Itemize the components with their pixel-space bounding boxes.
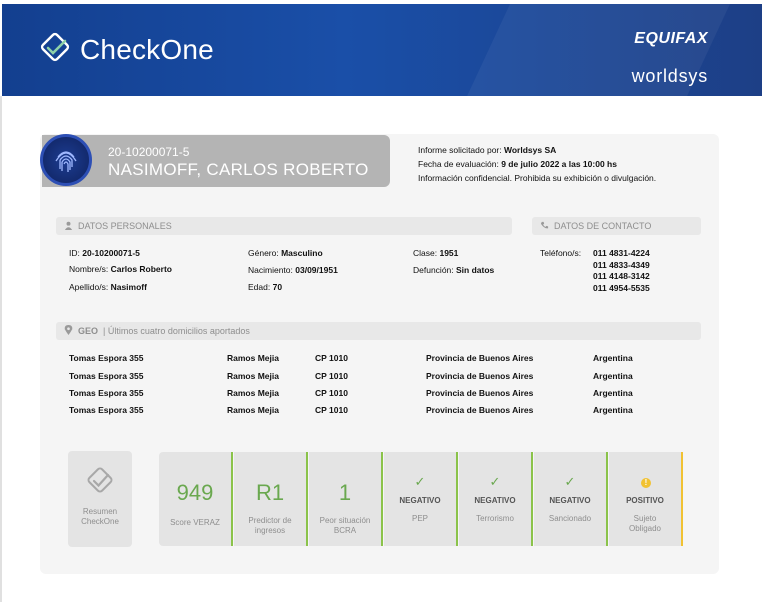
checkmark-icon: ✓ bbox=[414, 474, 426, 489]
field-edad: Edad: 70 bbox=[248, 282, 283, 292]
person-cuit: 20-10200071-5 bbox=[108, 145, 190, 159]
address-province: Provincia de Buenos Aires bbox=[426, 405, 534, 415]
field-nacimiento: Nacimiento: 03/09/1951 bbox=[248, 265, 338, 275]
pep-status: NEGATIVO bbox=[399, 496, 441, 505]
sujeto-obligado-label: Sujeto Obligado bbox=[628, 514, 662, 533]
field-id: ID: 20-10200071-5 bbox=[69, 248, 140, 258]
address-cp: CP 1010 bbox=[315, 405, 348, 415]
bcra-tile: 1 Peor situación BCRA bbox=[309, 452, 383, 546]
bcra-label: Peor situación BCRA bbox=[319, 516, 371, 535]
address-city: Ramos Mejia bbox=[227, 371, 279, 381]
predictor-ingresos-tile: R1 Predictor de ingresos bbox=[234, 452, 308, 546]
score-veraz-label: Score VERAZ bbox=[170, 518, 220, 527]
sujeto-obligado-tile: ! POSITIVO Sujeto Obligado bbox=[609, 452, 683, 546]
equifax-brand: EQUIFAX bbox=[634, 30, 708, 47]
phones-label: Teléfono/s: bbox=[540, 248, 582, 258]
address-street: Tomas Espora 355 bbox=[69, 388, 144, 398]
terrorismo-tile: ✓ NEGATIVO Terrorismo bbox=[459, 452, 533, 546]
predictor-ingresos-label: Predictor de ingresos bbox=[248, 516, 292, 535]
address-country: Argentina bbox=[593, 388, 633, 398]
sancionado-status: NEGATIVO bbox=[549, 496, 591, 505]
user-icon bbox=[64, 221, 73, 232]
terrorismo-status: NEGATIVO bbox=[474, 496, 516, 505]
address-province: Provincia de Buenos Aires bbox=[426, 353, 534, 363]
sancionado-label: Sancionado bbox=[548, 514, 592, 523]
address-province: Provincia de Buenos Aires bbox=[426, 371, 534, 381]
address-city: Ramos Mejia bbox=[227, 405, 279, 415]
address-country: Argentina bbox=[593, 353, 633, 363]
confidential-note: Información confidencial. Prohibida su e… bbox=[418, 173, 657, 183]
field-genero: Género: Masculino bbox=[248, 248, 323, 258]
header-banner: CheckOne EQUIFAX worldsys bbox=[2, 4, 762, 96]
fingerprint-icon bbox=[40, 134, 92, 186]
field-nombres: Nombre/s: Carlos Roberto bbox=[69, 264, 172, 274]
address-province: Provincia de Buenos Aires bbox=[426, 388, 534, 398]
field-apellidos: Apellido/s: Nasimoff bbox=[69, 282, 147, 292]
checkone-logo: CheckOne bbox=[38, 30, 214, 69]
checkone-logo-icon bbox=[83, 463, 117, 502]
address-cp: CP 1010 bbox=[315, 353, 348, 363]
pep-label: PEP bbox=[411, 514, 428, 523]
report-requested-by: Informe solicitado por: Worldsys SA bbox=[418, 145, 556, 155]
person-full-name: NASIMOFF, CARLOS ROBERTO bbox=[108, 160, 369, 179]
pep-tile: ✓ NEGATIVO PEP bbox=[384, 452, 458, 546]
checkone-logo-icon bbox=[38, 30, 72, 69]
sujeto-obligado-status: POSITIVO bbox=[626, 496, 664, 505]
terrorismo-label: Terrorismo bbox=[476, 514, 514, 523]
field-defuncion: Defunción: Sin datos bbox=[413, 265, 495, 275]
address-street: Tomas Espora 355 bbox=[69, 353, 144, 363]
bcra-value: 1 bbox=[338, 480, 352, 505]
geo-header: GEO | Últimos cuatro domicilios aportado… bbox=[56, 322, 701, 340]
sancionado-tile: ✓ NEGATIVO Sancionado bbox=[534, 452, 608, 546]
eval-date-label: Fecha de evaluación: bbox=[418, 159, 499, 169]
app-title: CheckOne bbox=[80, 33, 214, 65]
address-country: Argentina bbox=[593, 405, 633, 415]
checkmark-icon: ✓ bbox=[564, 474, 576, 489]
geo-section-title: GEO bbox=[78, 326, 99, 336]
address-city: Ramos Mejia bbox=[227, 353, 279, 363]
phone-number: 011 4833-4349 bbox=[593, 260, 650, 270]
address-cp: CP 1010 bbox=[315, 371, 348, 381]
warning-icon: ! bbox=[641, 478, 651, 488]
report-eval-date: Fecha de evaluación: 9 de julio 2022 a l… bbox=[418, 159, 617, 169]
address-country: Argentina bbox=[593, 371, 633, 381]
address-city: Ramos Mejia bbox=[227, 388, 279, 398]
checkmark-icon: ✓ bbox=[489, 474, 501, 489]
eval-date-value: 9 de julio 2022 a las 10:00 hs bbox=[501, 159, 617, 169]
score-veraz-value: 949 bbox=[176, 480, 214, 505]
phone-number: 011 4831-4224 bbox=[593, 248, 650, 258]
field-clase: Clase: 1951 bbox=[413, 248, 459, 258]
worldsys-brand: worldsys bbox=[631, 66, 708, 86]
geo-section-subtitle: | Últimos cuatro domicilios aportados bbox=[103, 326, 250, 336]
personal-data-header: DATOS PERSONALES bbox=[56, 217, 512, 235]
personal-section-title: DATOS PERSONALES bbox=[78, 221, 172, 231]
phone-icon bbox=[540, 221, 549, 232]
contact-section-title: DATOS DE CONTACTO bbox=[554, 221, 652, 231]
score-veraz-tile: 949 Score VERAZ bbox=[159, 452, 233, 546]
contact-data-header: DATOS DE CONTACTO bbox=[532, 217, 701, 235]
resumen-label: Resumen CheckOne bbox=[81, 507, 119, 526]
predictor-ingresos-value: R1 bbox=[255, 480, 285, 505]
location-pin-icon bbox=[64, 325, 73, 337]
resumen-checkone-badge: Resumen CheckOne bbox=[68, 451, 132, 547]
requested-by-label: Informe solicitado por: bbox=[418, 145, 502, 155]
requested-by-value: Worldsys SA bbox=[504, 145, 557, 155]
page-edge bbox=[0, 96, 2, 602]
phone-number: 011 4148-3142 bbox=[593, 271, 650, 281]
address-street: Tomas Espora 355 bbox=[69, 371, 144, 381]
phone-number: 011 4954-5535 bbox=[593, 283, 650, 293]
address-street: Tomas Espora 355 bbox=[69, 405, 144, 415]
address-cp: CP 1010 bbox=[315, 388, 348, 398]
